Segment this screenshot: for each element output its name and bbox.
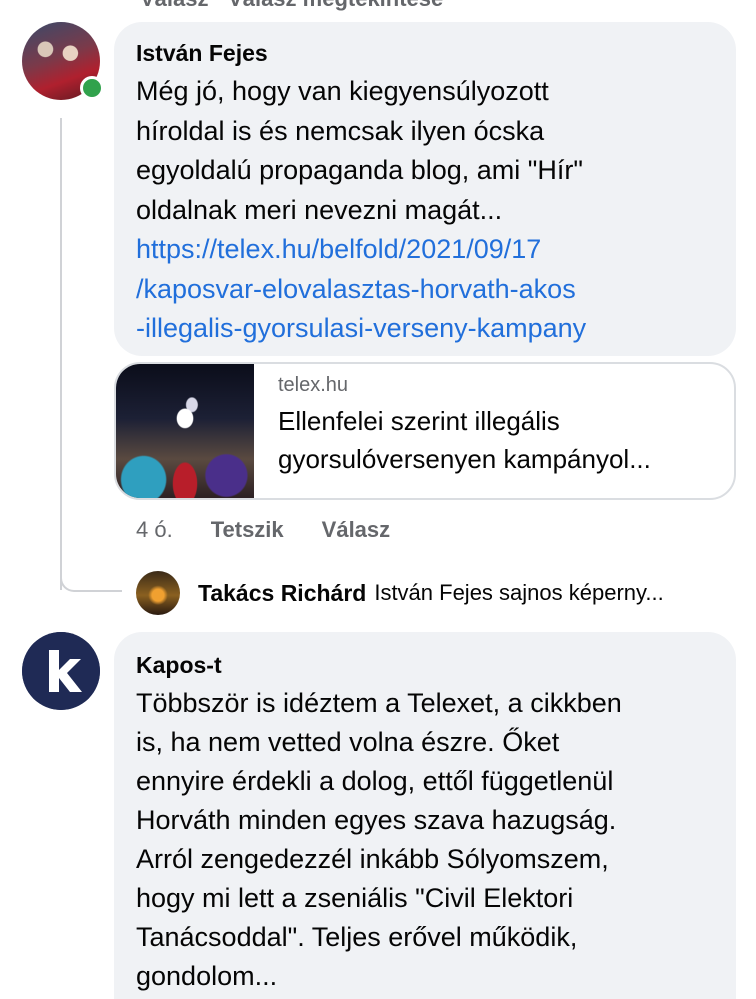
link-preview-title: Ellenfelei szerint illegális gyorsulóver…	[278, 402, 718, 478]
link-preview-title-line: Ellenfelei szerint illegális	[278, 406, 560, 436]
comment-text-line: ennyire érdekli a dolog, ettől független…	[136, 766, 614, 796]
comment-bubble: István Fejes Még jó, hogy van kiegyensúl…	[114, 22, 736, 356]
comment-link[interactable]: -illegalis-gyorsulasi-verseny-kampany	[136, 309, 714, 349]
thread-line	[60, 118, 62, 590]
comment-text-line: Még jó, hogy van kiegyensúlyozott	[136, 76, 549, 106]
link-preview-domain: telex.hu	[278, 374, 349, 396]
reply-preview[interactable]: Takács Richárd István Fejes sajnos képer…	[136, 570, 664, 616]
comment-text-line: oldalnak meri nevezni magát...	[136, 194, 503, 225]
comment-link[interactable]: https://telex.hu/belfold/2021/09/17	[136, 230, 714, 270]
reply-author[interactable]: Takács Richárd	[198, 580, 366, 607]
avatar[interactable]	[22, 632, 100, 710]
comment-bubble: Kapos-t Többször is idéztem a Telexet, a…	[114, 632, 736, 999]
comment-link[interactable]: /kaposvar-elovalasztas-horvath-akos	[136, 270, 714, 310]
comment-author[interactable]: Kapos-t	[136, 650, 714, 680]
like-button[interactable]: Tetszik	[211, 517, 284, 543]
comment-text-line: Többször is idéztem a Telexet, a cikkben	[136, 688, 622, 718]
comment-author[interactable]: István Fejes	[136, 38, 714, 68]
thread-elbow	[60, 560, 122, 592]
comment-timestamp[interactable]: 4 ó.	[136, 517, 173, 543]
link-preview-title-line: gyorsulóversenyen kampányol...	[278, 444, 651, 474]
comment-text-line: Horváth minden egyes szava hazugság.	[136, 805, 617, 835]
previous-reply-actions[interactable]: Válasz · Válasz megtekintése	[140, 0, 443, 12]
reply-button[interactable]: Válasz	[322, 517, 391, 543]
comment-text-line: hogy mi lett a zseniális "Civil Elektori	[136, 883, 574, 913]
link-preview-card[interactable]: telex.hu Ellenfelei szerint illegális gy…	[114, 362, 736, 500]
comment-actions: 4 ó. Tetszik Válasz	[136, 514, 428, 546]
reply-snippet: István Fejes sajnos képerny...	[374, 580, 664, 605]
kapos-t-logo-icon	[22, 632, 100, 710]
comment-text-line: is, ha nem vetted volna észre. Őket	[136, 727, 560, 757]
comment-text-line: Tanácsoddal". Teljes erővel működik,	[136, 922, 578, 952]
comment-text-line: híroldal is és nemcsak ilyen ócska	[136, 115, 545, 146]
link-preview-image	[116, 364, 254, 498]
online-status-icon	[80, 76, 104, 100]
comment-text-line: Arról zengedezzél inkább Sólyomszem,	[136, 844, 609, 874]
comment-text-line: egyoldalú propaganda blog, ami "Hír"	[136, 155, 583, 185]
comment-text-line: gondolom...	[136, 961, 278, 991]
avatar[interactable]	[136, 571, 180, 615]
